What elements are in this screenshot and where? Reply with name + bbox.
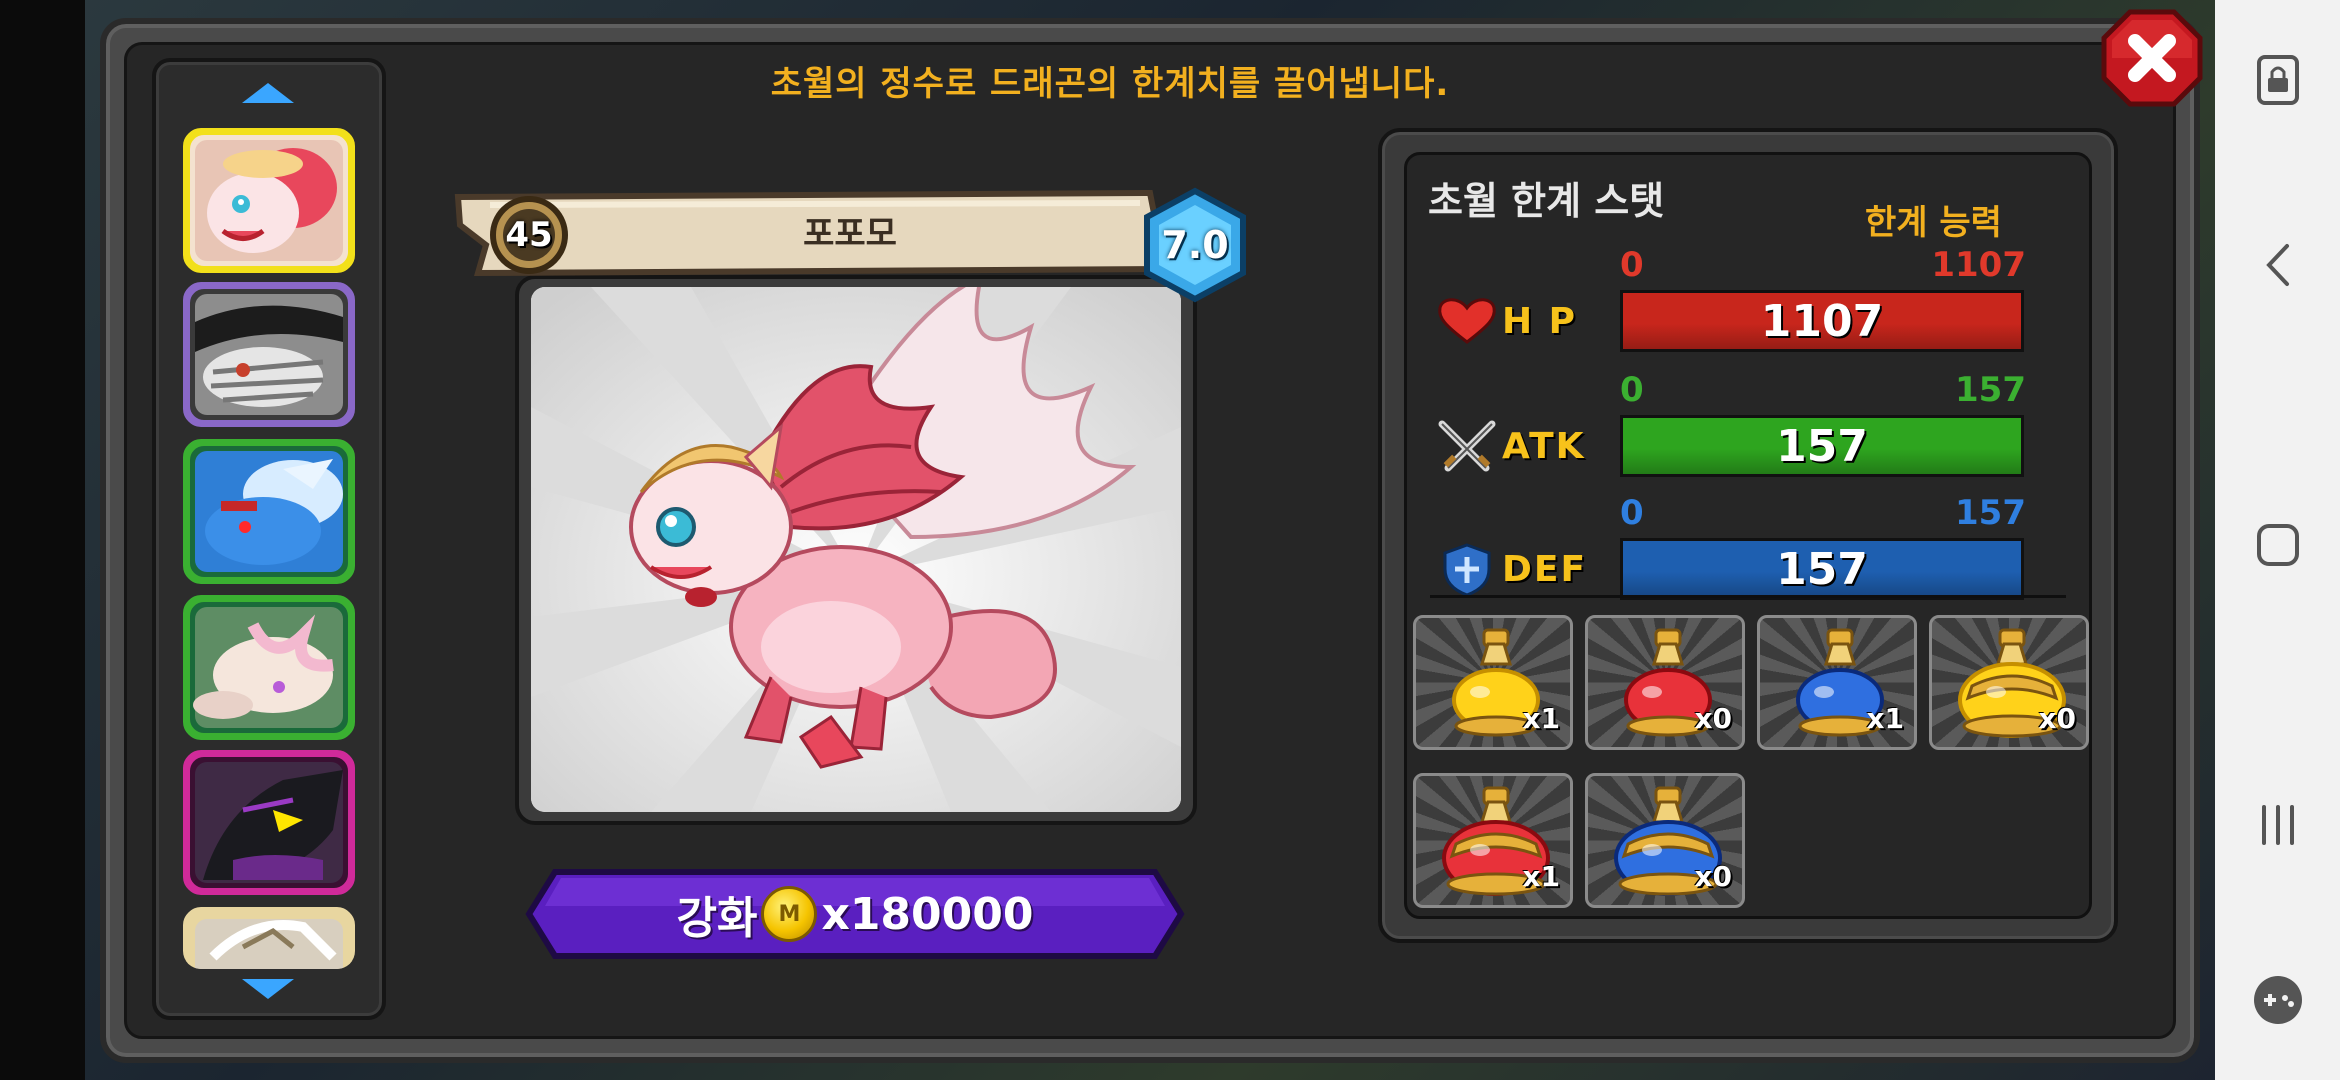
potion-slot-large-yellow[interactable]: x0 (1929, 615, 2089, 750)
stat-max: 1107 (1931, 245, 2026, 285)
home-button[interactable] (2215, 500, 2340, 590)
white-pink-dragon-portrait (183, 595, 355, 740)
grade-text: 7.0 (1161, 223, 1229, 267)
partial-dragon-portrait (183, 907, 355, 969)
roster-slot-pink-dragon[interactable] (183, 128, 355, 273)
stat-row: H P 0 1107 1107 (1430, 245, 2030, 355)
potion-count: x0 (1694, 860, 1732, 893)
stat-max: 157 (1955, 493, 2026, 533)
upgrade-cost: x180000 (821, 888, 1034, 940)
stat-min: 0 (1620, 245, 1644, 285)
potion-count: x1 (1522, 860, 1560, 893)
stat-min: 0 (1620, 370, 1644, 410)
blue-dragon-portrait (183, 439, 355, 584)
potion-slot-large-blue[interactable]: x0 (1585, 773, 1745, 908)
stat-name: DEF (1502, 549, 1588, 590)
potion-slot-red[interactable]: x0 (1585, 615, 1745, 750)
roster-slot-white-pink-dragon[interactable] (183, 595, 355, 740)
stat-max: 157 (1955, 370, 2026, 410)
pink-dragon-portrait (183, 128, 355, 273)
potion-count: x1 (1866, 702, 1904, 735)
system-navigation-bar (2215, 0, 2340, 1080)
stat-bar: 1107 (1620, 290, 2024, 352)
stat-value: 1107 (1760, 295, 1884, 347)
level-text: 45 (505, 215, 553, 255)
roster-slot-partial-dragon[interactable] (183, 907, 355, 969)
stat-row: ATK 0 157 157 (1430, 370, 2030, 480)
stat-bar: 157 (1620, 538, 2024, 600)
limit-label: 한계 능력 (1865, 203, 2002, 243)
coin-icon: M (761, 886, 818, 942)
close-button[interactable] (2100, 8, 2204, 108)
recent-apps-icon (2261, 805, 2294, 845)
stat-name: ATK (1502, 426, 1586, 467)
level-badge: 45 (485, 195, 573, 275)
stat-value: 157 (1776, 543, 1868, 595)
shield-icon (1434, 541, 1500, 597)
home-square-icon (2256, 524, 2299, 566)
dragon-roster[interactable] (152, 58, 386, 1020)
stat-row: DEF 0 157 157 (1430, 493, 2030, 603)
heart-icon (1434, 293, 1500, 349)
stat-min: 0 (1620, 493, 1644, 533)
dragon-portrait (531, 287, 1181, 812)
dark-purple-dragon-portrait (183, 750, 355, 895)
stats-title: 초월 한계 스탯 (1428, 179, 1665, 223)
arrow-up-icon (242, 83, 294, 103)
stat-name: H P (1502, 301, 1578, 342)
game-tools-button[interactable] (2215, 955, 2340, 1045)
gamepad-icon (2253, 976, 2302, 1024)
stat-bar: 157 (1620, 415, 2024, 477)
portrait-frame (515, 275, 1197, 825)
potion-slot-yellow[interactable]: x1 (1413, 615, 1573, 750)
grade-badge: 7.0 (1135, 185, 1255, 305)
upgrade-button[interactable]: 강화 M x180000 (525, 868, 1185, 960)
upgrade-label: 강화 (676, 893, 758, 944)
potion-count: x1 (1522, 702, 1560, 735)
stat-value: 157 (1776, 420, 1868, 472)
mummy-dragon-portrait (183, 282, 355, 427)
arrow-down-icon (242, 979, 294, 999)
close-icon (2101, 9, 2203, 107)
potion-count: x0 (1694, 702, 1732, 735)
roster-slot-mummy-dragon[interactable] (183, 282, 355, 427)
dragon-artwork (531, 287, 1181, 812)
roster-slot-blue-dragon[interactable] (183, 439, 355, 584)
scroll-down-arrow[interactable] (238, 974, 298, 1004)
dragon-name: 포포모 (803, 214, 897, 254)
recent-apps-button[interactable] (2215, 780, 2340, 870)
scroll-up-arrow[interactable] (238, 78, 298, 108)
back-chevron-icon (2265, 244, 2289, 286)
headline-text: 초월의 정수로 드래곤의 한계치를 끌어냅니다. (770, 64, 1450, 104)
potion-count: x0 (2038, 702, 2076, 735)
potion-slot-blue[interactable]: x1 (1757, 615, 1917, 750)
potion-slot-large-red[interactable]: x1 (1413, 773, 1573, 908)
screen-lock-button[interactable] (2215, 35, 2340, 125)
upgrade-content: 강화 M x180000 (525, 868, 1185, 960)
stat-divider (1430, 595, 2066, 598)
coin-mark: M (778, 901, 801, 927)
crossed-swords-icon (1434, 418, 1500, 474)
lock-screen-icon (2256, 55, 2299, 105)
roster-slot-dark-purple-dragon[interactable] (183, 750, 355, 895)
back-button[interactable] (2215, 220, 2340, 310)
